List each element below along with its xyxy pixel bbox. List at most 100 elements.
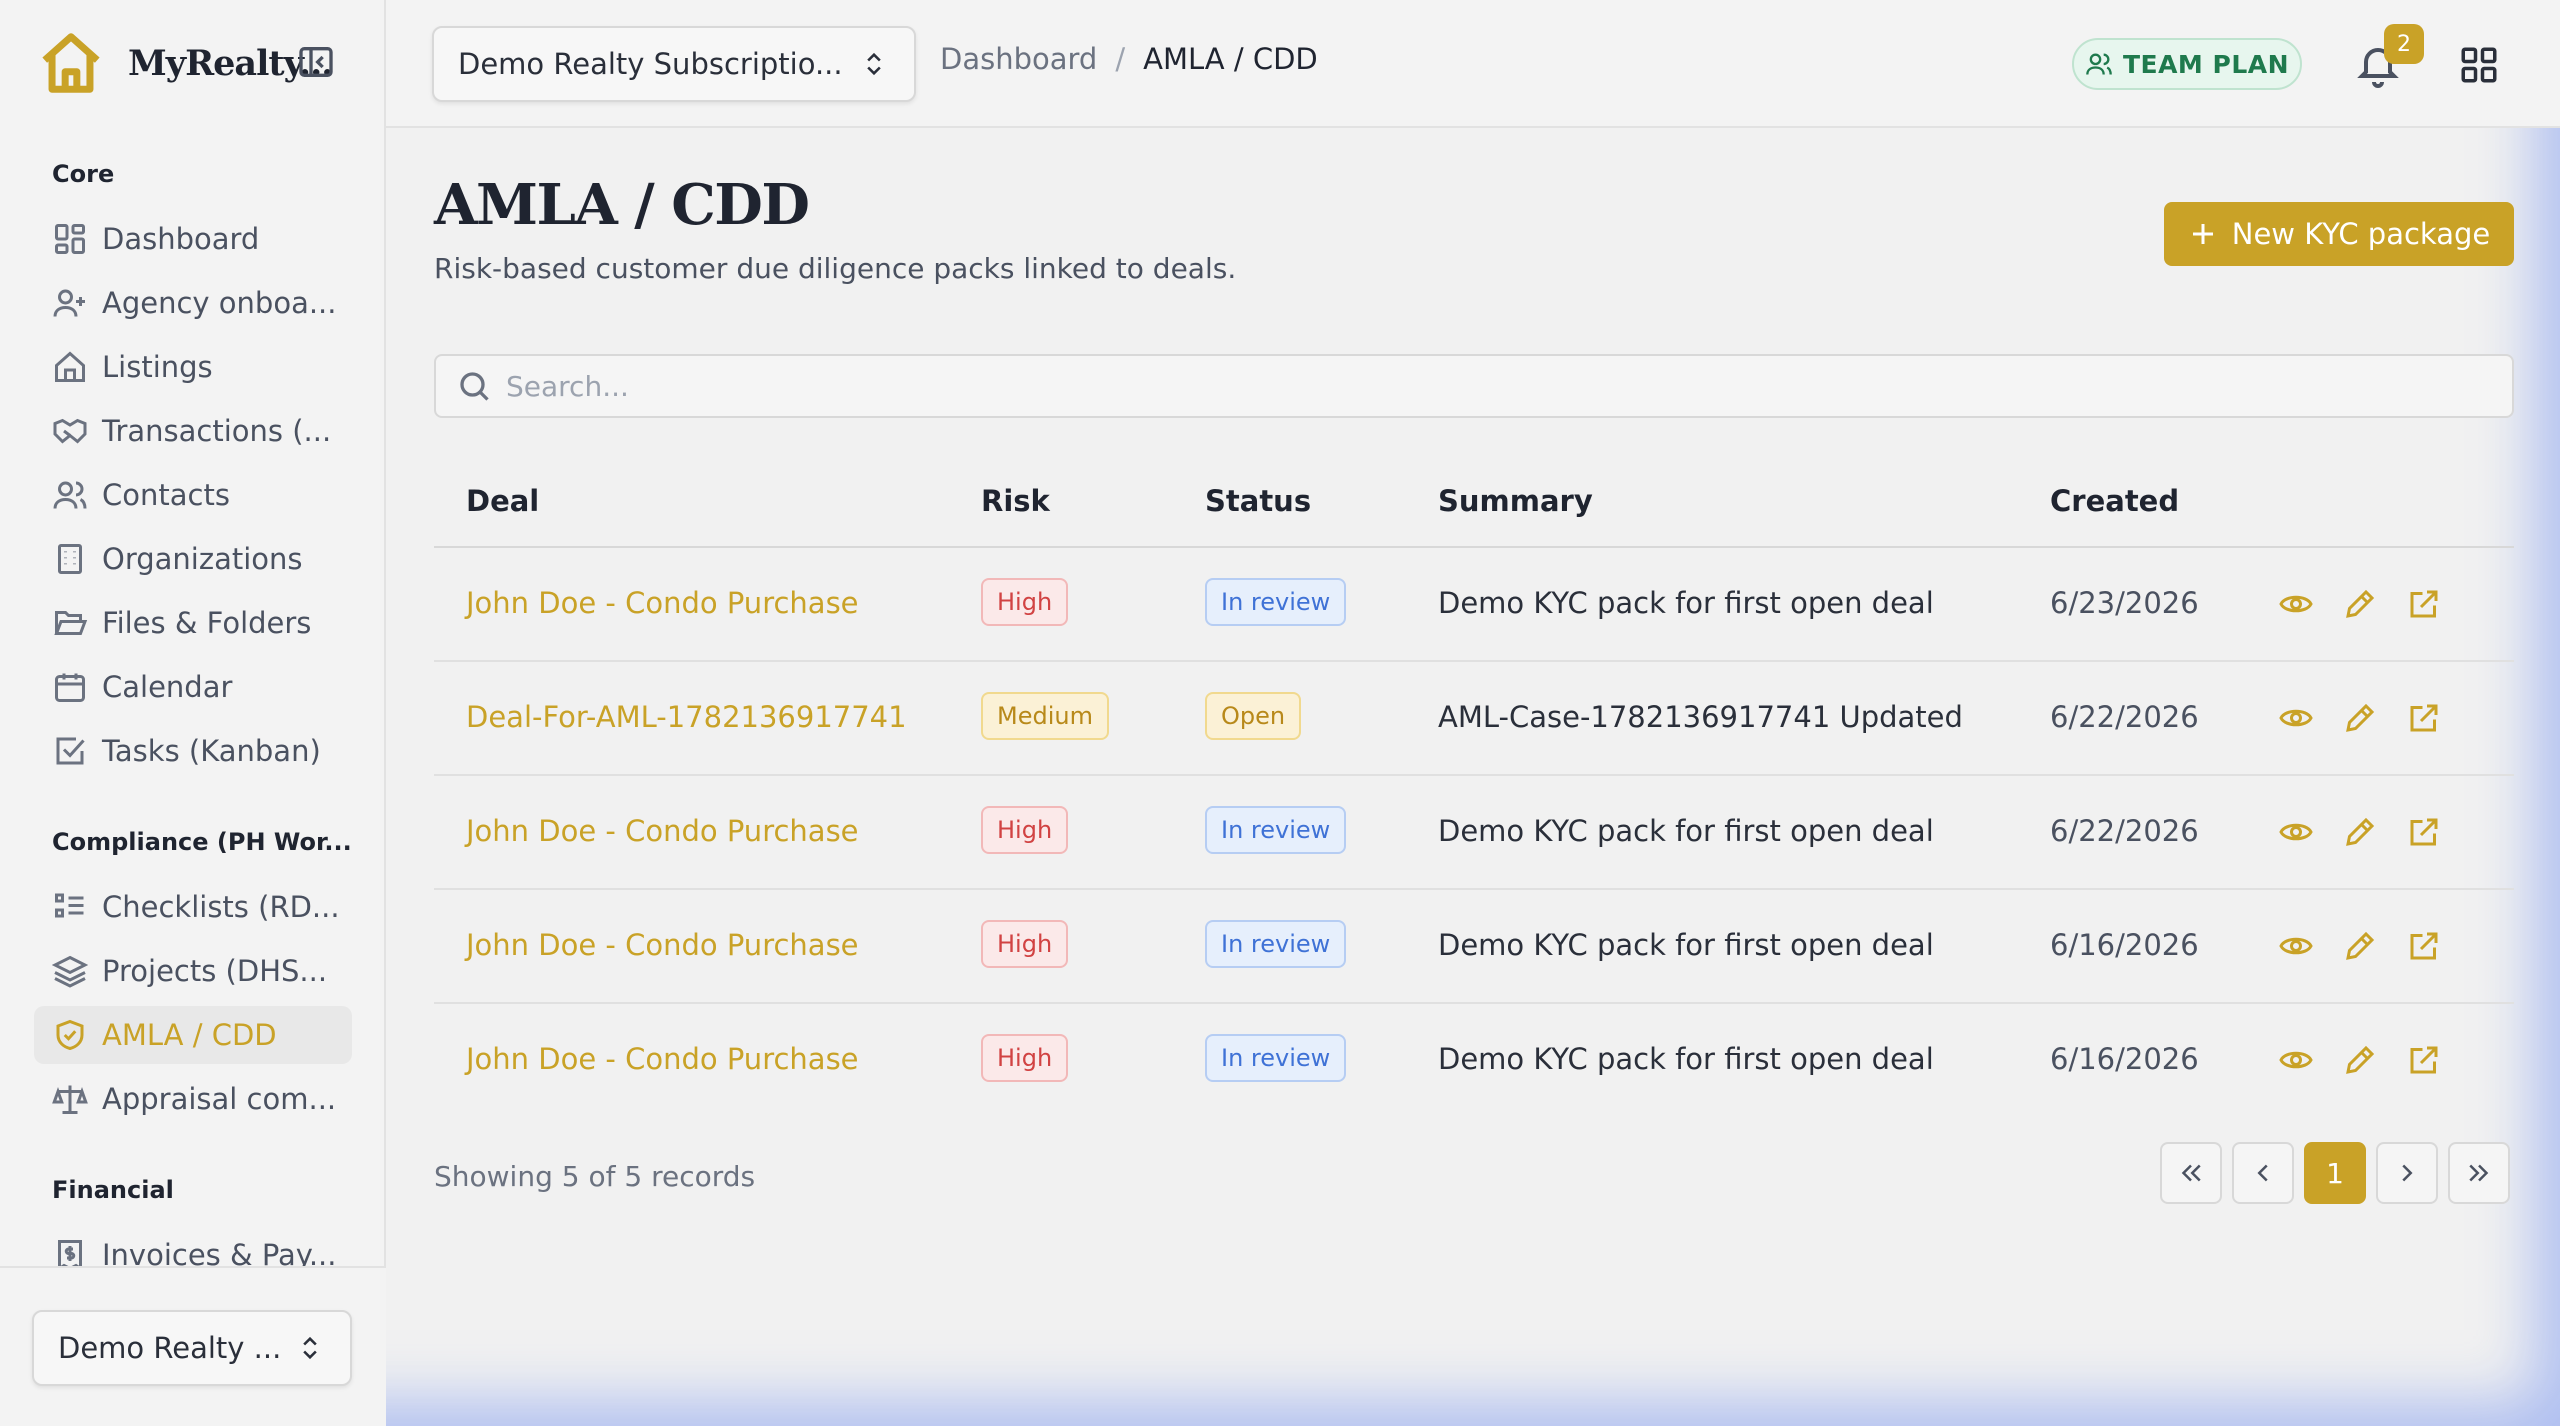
view-button[interactable] [2278, 586, 2314, 622]
list-checks-icon [55, 893, 84, 918]
deal-link[interactable]: Deal-For-AML-1782136917741 [466, 700, 907, 734]
created-date: 6/22/2026 [2050, 700, 2199, 734]
sidebar-item-label: Contacts [102, 478, 230, 512]
view-button[interactable] [2278, 928, 2314, 964]
sidebar-item-contacts[interactable]: Contacts [34, 466, 352, 524]
summary-text: Demo KYC pack for first open deal [1438, 814, 1934, 848]
status-badge: In review [1205, 920, 1347, 968]
page-title: AMLA / CDD [434, 172, 810, 238]
column-header-created[interactable]: Created [2050, 484, 2179, 518]
records-summary: Showing 5 of 5 records [434, 1160, 756, 1193]
view-button[interactable] [2278, 814, 2314, 850]
edit-button[interactable] [2342, 700, 2378, 736]
plan-badge[interactable]: TEAM PLAN [2072, 38, 2302, 90]
sidebar-item-label: Organizations [102, 542, 303, 576]
sidebar-item-transactions[interactable]: Transactions (... [34, 402, 352, 460]
deal-link[interactable]: John Doe - Condo Purchase [466, 1042, 859, 1076]
status-badge: In review [1205, 578, 1347, 626]
section-title-financial: Financial [52, 1176, 174, 1204]
page-subtitle: Risk-based customer due diligence packs … [434, 252, 1237, 285]
apps-button[interactable] [2458, 44, 2500, 86]
table-row: Deal-For-AML-1782136917741 Medium Open A… [434, 662, 2514, 776]
eye-icon [2279, 1051, 2313, 1069]
sidebar-item-checklists[interactable]: Checklists (RD... [34, 878, 352, 936]
edit-button[interactable] [2342, 586, 2378, 622]
layers-icon [52, 955, 88, 988]
main-content: AMLA / CDD Risk-based customer due dilig… [386, 128, 2560, 1426]
open-external-button[interactable] [2406, 700, 2442, 736]
sidebar-item-label: Checklists (RD... [102, 890, 340, 924]
column-header-status[interactable]: Status [1205, 484, 1311, 518]
handshake-icon [53, 418, 87, 444]
open-external-button[interactable] [2406, 928, 2442, 964]
folder-open-icon [54, 611, 88, 635]
edit-button[interactable] [2342, 814, 2378, 850]
view-button[interactable] [2278, 1042, 2314, 1078]
subscription-select[interactable]: Demo Realty Subscriptio... [432, 26, 916, 102]
table-row: John Doe - Condo Purchase High In review… [434, 890, 2514, 1004]
created-date: 6/16/2026 [2050, 928, 2199, 962]
last-page-button[interactable] [2448, 1142, 2510, 1204]
edit-button[interactable] [2342, 928, 2378, 964]
collapse-sidebar-button[interactable] [296, 42, 336, 82]
shield-check-icon [56, 1019, 84, 1051]
calendar-icon [55, 673, 85, 702]
sidebar-item-label: Transactions (... [102, 414, 332, 448]
sidebar-item-agency-onboarding[interactable]: Agency onboa... [34, 274, 352, 332]
breadcrumb-dashboard-link[interactable]: Dashboard [940, 42, 1097, 76]
pencil-icon [2346, 703, 2375, 732]
new-kyc-package-button[interactable]: New KYC package [2164, 202, 2514, 266]
kyc-table: Deal Risk Status Summary Created John Do… [434, 458, 2514, 1118]
previous-page-button[interactable] [2232, 1142, 2294, 1204]
eye-icon [2279, 709, 2313, 727]
pagination: 1 [2160, 1142, 2510, 1204]
sidebar-footer: Demo Realty ... [0, 1266, 386, 1426]
sidebar-item-dashboard[interactable]: Dashboard [34, 210, 352, 268]
created-date: 6/16/2026 [2050, 1042, 2199, 1076]
page-button-current[interactable]: 1 [2304, 1142, 2366, 1204]
sidebar-item-amla-cdd[interactable]: AMLA / CDD [34, 1006, 352, 1064]
organization-select[interactable]: Demo Realty ... [32, 1310, 352, 1386]
checkbox-icon [56, 737, 85, 765]
edit-button[interactable] [2342, 1042, 2378, 1078]
deal-link[interactable]: John Doe - Condo Purchase [466, 586, 859, 620]
column-header-risk[interactable]: Risk [981, 484, 1050, 518]
sidebar-item-appraisal[interactable]: Appraisal com... [34, 1070, 352, 1128]
search-input[interactable] [506, 369, 2406, 403]
sidebar-item-label: Files & Folders [102, 606, 312, 640]
sidebar-item-tasks[interactable]: Tasks (Kanban) [34, 722, 352, 780]
deal-link[interactable]: John Doe - Condo Purchase [466, 814, 859, 848]
summary-text: Demo KYC pack for first open deal [1438, 586, 1934, 620]
column-header-summary[interactable]: Summary [1438, 484, 1593, 518]
open-external-button[interactable] [2406, 1042, 2442, 1078]
sidebar-item-files-folders[interactable]: Files & Folders [34, 594, 352, 652]
sidebar-item-organizations[interactable]: Organizations [34, 530, 352, 588]
organization-select-value: Demo Realty ... [58, 1331, 282, 1365]
plan-badge-label: TEAM PLAN [2122, 49, 2290, 79]
new-kyc-package-label: New KYC package [2231, 217, 2491, 251]
open-external-button[interactable] [2406, 586, 2442, 622]
first-page-button[interactable] [2160, 1142, 2222, 1204]
external-link-icon [2410, 590, 2438, 618]
column-header-deal[interactable]: Deal [466, 484, 539, 518]
sidebar-item-label: Tasks (Kanban) [102, 734, 321, 768]
next-page-button[interactable] [2376, 1142, 2438, 1204]
sidebar-item-label: Appraisal com... [102, 1082, 337, 1116]
top-bar: Demo Realty Subscriptio... Dashboard / A… [386, 0, 2560, 128]
users-icon [53, 481, 87, 509]
open-external-button[interactable] [2406, 814, 2442, 850]
pencil-icon [2346, 931, 2375, 960]
risk-badge: High [981, 806, 1069, 854]
chevron-up-down-icon [303, 1336, 317, 1360]
status-badge: In review [1205, 806, 1347, 854]
sidebar-item-listings[interactable]: Listings [34, 338, 352, 396]
sidebar-item-calendar[interactable]: Calendar [34, 658, 352, 716]
view-button[interactable] [2278, 700, 2314, 736]
external-link-icon [2410, 1046, 2438, 1074]
created-date: 6/22/2026 [2050, 814, 2199, 848]
deal-link[interactable]: John Doe - Condo Purchase [466, 928, 859, 962]
sidebar-item-projects[interactable]: Projects (DHS... [34, 942, 352, 1000]
house-icon [55, 351, 85, 382]
sidebar-item-label: AMLA / CDD [102, 1018, 277, 1052]
breadcrumb-separator: / [1115, 42, 1126, 76]
